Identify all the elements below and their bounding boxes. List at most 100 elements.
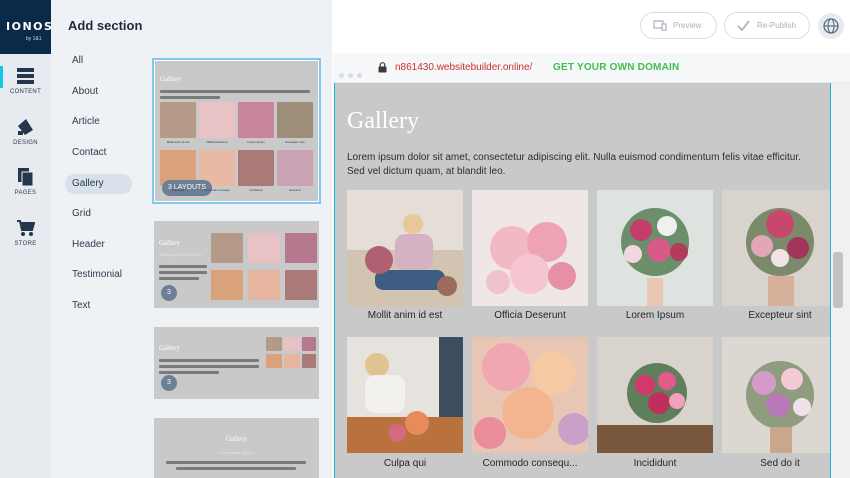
gallery-caption[interactable]: Sed do it [722,458,830,469]
lock-icon [378,62,387,73]
thumb-photo [284,337,300,351]
republish-button[interactable]: Re-Publish [724,12,810,39]
thumb-photo [238,150,274,186]
category-testimonial[interactable]: Testimonial [65,265,132,285]
content-icon [17,68,34,84]
get-domain-link[interactable]: GET YOUR OWN DOMAIN [553,62,679,73]
gallery-heading[interactable]: Gallery [347,108,419,135]
thumb-text-line [159,277,199,280]
gallery-photo[interactable] [722,190,830,306]
layout-thumb-gallery-3[interactable]: Gallery 3 [154,327,319,399]
page-canvas: Gallery Lorem ipsum dolor sit amet, cons… [334,83,831,478]
thumb-text-line [166,461,306,464]
thumb-caption: Officia Deserunt [206,140,228,144]
rail-label-design: DESIGN [13,140,38,146]
thumb-photo [284,354,300,368]
thumb-caption: Mollit anim id est [166,140,190,144]
gallery-photo[interactable] [597,337,713,453]
rail-label-store: STORE [14,241,37,247]
gallery-photo[interactable] [597,190,713,306]
thumb-caption: Sed do it [289,188,301,192]
thumb-text-line [160,90,310,93]
gallery-caption[interactable]: Lorem Ipsum [597,310,713,321]
canvas-scrollbar-thumb[interactable] [833,252,843,308]
thumb-title: Gallery [160,75,181,83]
gallery-caption[interactable]: Commodo consequ... [472,458,588,469]
thumb-photo [266,354,282,368]
gallery-caption[interactable]: Mollit anim id est [347,310,463,321]
rail-item-pages[interactable]: PAGES [0,168,51,214]
language-button[interactable] [818,13,844,39]
window-dots [339,65,366,83]
gallery-caption[interactable]: Officia Deserunt [472,310,588,321]
logo-byline: by 1&1 [26,36,42,42]
thumb-photo [285,233,317,263]
layouts-count-badge: 3 [161,375,177,391]
device-preview-icon [653,20,667,31]
preview-label: Preview [673,21,702,30]
photo-pink-bouquet [472,190,588,306]
thumb-photo [211,270,243,300]
design-icon [18,119,33,135]
category-about[interactable]: About [65,82,132,102]
logo-wordmark: IONOS [6,20,54,33]
preview-button[interactable]: Preview [640,12,717,39]
ionos-logo[interactable]: IONOS by 1&1 [0,0,54,54]
thumb-text-line [159,365,259,368]
photo-flower-basket [597,337,713,453]
category-contact[interactable]: Contact [65,143,132,163]
rail-label-content: CONTENT [9,89,42,95]
layout-thumb-gallery-4[interactable]: Gallery Lorem mattis ultrices [154,418,319,478]
photo-florist-seated [347,190,463,306]
category-all[interactable]: All [65,51,132,71]
gallery-lead-line-2: Sed vel dictum quam, at blandit leo. [347,166,506,177]
gallery-photo[interactable] [347,190,463,306]
gallery-photo[interactable] [347,337,463,453]
category-header[interactable]: Header [65,235,132,255]
thumb-photo [302,337,316,351]
site-url[interactable]: n861430.websitebuilder.online/ [395,62,532,73]
category-grid[interactable]: Grid [65,204,132,224]
category-gallery[interactable]: Gallery [65,174,132,194]
thumb-text-line [159,371,219,374]
layout-thumb-gallery-1[interactable]: Gallery 3 LAYOUTS Mollit anim id est Offi… [152,58,321,204]
thumb-title: Gallery [159,239,180,247]
photo-florist-arranging [347,337,463,453]
thumb-photo [160,102,196,138]
gallery-caption[interactable]: Excepteur sint [722,310,830,321]
thumb-subtitle: Nullam eget molestie risus [159,252,202,257]
thumb-photo [211,233,243,263]
thumb-caption: Lorem Ipsum [247,140,265,144]
thumb-caption: Commodo consequ [203,188,230,192]
thumb-caption: Incididunt [249,188,263,192]
gallery-photo[interactable] [472,337,588,453]
thumb-photo [248,233,280,263]
category-article[interactable]: Article [65,112,132,132]
thumb-subtitle: Lorem mattis ultrices [219,450,254,455]
gallery-caption[interactable]: Incididunt [597,458,713,469]
category-text[interactable]: Text [65,296,132,316]
gallery-photo[interactable] [472,190,588,306]
layouts-count-badge: 3 [161,285,177,301]
store-icon [17,220,35,236]
photo-protea-bouquet [722,190,830,306]
rail-item-design[interactable]: DESIGN [0,118,51,164]
rail-item-store[interactable]: STORE [0,219,51,265]
thumb-photo [302,354,316,368]
thumb-photo [238,102,274,138]
thumb-photo [277,102,313,138]
rail-item-content[interactable]: CONTENT [0,67,51,113]
thumb-title: Gallery [226,435,247,443]
layout-thumb-gallery-2[interactable]: Gallery Nullam eget molestie risus 3 [154,221,319,308]
thumb-text-line [159,271,207,274]
checkmark-icon [737,20,750,31]
thumb-text-line [159,359,259,362]
gallery-photo[interactable] [722,337,830,453]
thumb-text-line [159,265,207,268]
gallery-caption[interactable]: Culpa qui [347,458,463,469]
gallery-lead[interactable]: Lorem ipsum dolor sit amet, consectetur … [347,151,830,179]
thumb-photo [199,102,235,138]
thumb-photo [266,337,282,351]
republish-label: Re-Publish [757,21,797,30]
thumb-caption: Excepteur sint [285,140,305,144]
